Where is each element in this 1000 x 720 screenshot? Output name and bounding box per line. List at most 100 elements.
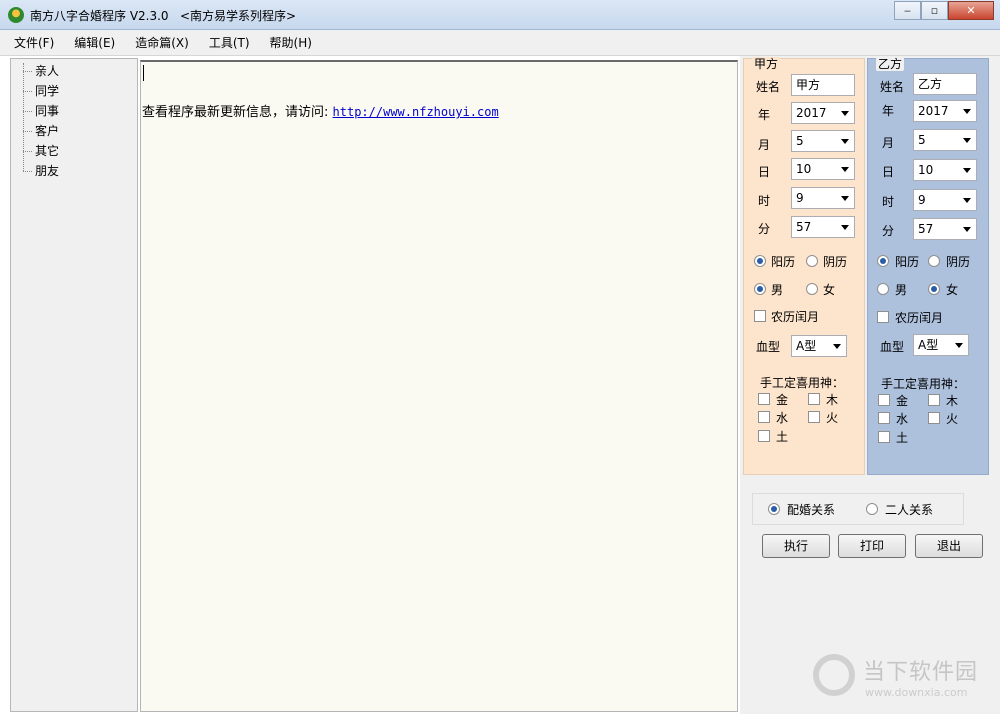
chevron-down-icon [841,139,849,144]
chevron-down-icon [841,225,849,230]
party-a-fire-checkbox[interactable] [808,411,820,423]
watermark-text: 当下软件园 [863,660,979,685]
menu-zaoming[interactable]: 造命篇(X) [135,34,189,51]
party-b-fire-checkbox[interactable] [928,412,940,424]
minute-label: 分 [758,222,771,236]
water-label: 水 [896,412,909,426]
party-a-lunar-radio[interactable] [806,255,818,267]
result-text-area[interactable]: 查看程序最新更新信息，请访问: http://www.nfzhouyi.com [140,60,738,712]
leap-month-label: 农历闰月 [771,310,820,324]
manual-god-label: 手工定喜用神： [881,377,966,391]
party-b-legend: 乙方 [876,57,905,71]
two-person-relation-radio[interactable] [866,503,878,515]
party-a-metal-checkbox[interactable] [758,393,770,405]
party-a-name-input[interactable]: 甲方 [791,74,855,96]
party-b-female-radio[interactable] [928,283,940,295]
chevron-down-icon [841,167,849,172]
menu-edit[interactable]: 编辑(E) [74,34,115,51]
minimize-button[interactable]: ‒ [894,1,921,20]
party-a-male-radio[interactable] [754,283,766,295]
party-a-solar-radio[interactable] [754,255,766,267]
party-b-solar-radio[interactable] [877,255,889,267]
year-label: 年 [758,108,771,122]
party-b-hour-value: 9 [918,193,926,207]
party-b-earth-checkbox[interactable] [878,431,890,443]
metal-label: 金 [776,393,789,407]
party-b-day-value: 10 [918,163,934,177]
party-b-name-input[interactable]: 乙方 [913,73,977,95]
party-a-water-checkbox[interactable] [758,411,770,423]
restore-button[interactable]: ▫ [921,1,948,20]
tree-item-relatives[interactable]: 亲人 [11,61,137,81]
party-b-month-select[interactable]: 5 [913,129,977,151]
party-b-leap-month-checkbox[interactable] [877,311,889,323]
watermark-logo-icon [813,654,855,696]
party-a-year-select[interactable]: 2017 [791,102,855,124]
party-b-water-checkbox[interactable] [878,412,890,424]
blood-label: 血型 [880,340,905,354]
tree-item-classmates[interactable]: 同学 [11,81,137,101]
menu-tools[interactable]: 工具(T) [209,34,250,51]
name-label: 姓名 [756,80,781,94]
menu-file[interactable]: 文件(F) [14,34,54,51]
window-controls: ‒ ▫ ✕ [894,1,994,20]
party-b-hour-select[interactable]: 9 [913,189,977,211]
marriage-relation-radio[interactable] [768,503,780,515]
party-a-hour-value: 9 [796,191,804,205]
party-a-earth-checkbox[interactable] [758,430,770,442]
chevron-down-icon [841,111,849,116]
title-bar: 南方八字合婚程序 V2.3.0 <南方易学系列程序> ‒ ▫ ✕ [0,0,1000,30]
party-b-day-select[interactable]: 10 [913,159,977,181]
wood-label: 木 [946,394,959,408]
female-label: 女 [946,283,959,297]
party-b-year-value: 2017 [918,104,949,118]
tree-item-friends[interactable]: 朋友 [11,161,137,181]
party-b-blood-select[interactable]: A型 [913,334,969,356]
print-button[interactable]: 打印 [838,534,906,558]
relation-group: 配婚关系 二人关系 [752,493,964,525]
male-label: 男 [895,283,908,297]
right-panel: 甲方 姓名 甲方 年 2017 月 5 日 10 时 9 分 57 阳历 阴历 … [740,56,1000,714]
party-a-month-select[interactable]: 5 [791,130,855,152]
fire-label: 火 [946,412,959,426]
party-a-month-value: 5 [796,134,804,148]
tree-item-colleagues[interactable]: 同事 [11,101,137,121]
run-button[interactable]: 执行 [762,534,830,558]
party-b-male-radio[interactable] [877,283,889,295]
minute-label: 分 [882,224,895,238]
metal-label: 金 [896,394,909,408]
year-label: 年 [882,104,895,118]
app-icon [8,7,24,23]
update-info: 查看程序最新更新信息，请访问: http://www.nfzhouyi.com [142,101,499,120]
party-b-wood-checkbox[interactable] [928,394,940,406]
website-link[interactable]: http://www.nfzhouyi.com [333,105,499,119]
menu-help[interactable]: 帮助(H) [270,34,312,51]
party-a-hour-select[interactable]: 9 [791,187,855,209]
party-b-year-select[interactable]: 2017 [913,100,977,122]
menu-bar: 文件(F) 编辑(E) 造命篇(X) 工具(T) 帮助(H) [0,30,1000,56]
exit-button[interactable]: 退出 [915,534,983,558]
earth-label: 土 [896,431,909,445]
party-a-blood-select[interactable]: A型 [791,335,847,357]
day-label: 日 [758,165,771,179]
party-b-lunar-radio[interactable] [928,255,940,267]
tree-item-others[interactable]: 其它 [11,141,137,161]
chevron-down-icon [963,227,971,232]
fire-label: 火 [826,411,839,425]
party-a-minute-value: 57 [796,220,812,234]
party-a-day-value: 10 [796,162,812,176]
party-a-wood-checkbox[interactable] [808,393,820,405]
party-a-female-radio[interactable] [806,283,818,295]
party-b-metal-checkbox[interactable] [878,394,890,406]
close-button[interactable]: ✕ [948,1,994,20]
party-b-month-value: 5 [918,133,926,147]
party-a-day-select[interactable]: 10 [791,158,855,180]
party-a-minute-select[interactable]: 57 [791,216,855,238]
tree-item-clients[interactable]: 客户 [11,121,137,141]
day-label: 日 [882,165,895,179]
party-b-minute-select[interactable]: 57 [913,218,977,240]
party-a-leap-month-checkbox[interactable] [754,310,766,322]
two-person-relation-label: 二人关系 [885,503,934,517]
manual-god-label: 手工定喜用神： [760,376,845,390]
party-b-panel: 乙方 姓名 乙方 年 2017 月 5 日 10 时 9 分 57 阳历 阴历 … [867,57,989,475]
